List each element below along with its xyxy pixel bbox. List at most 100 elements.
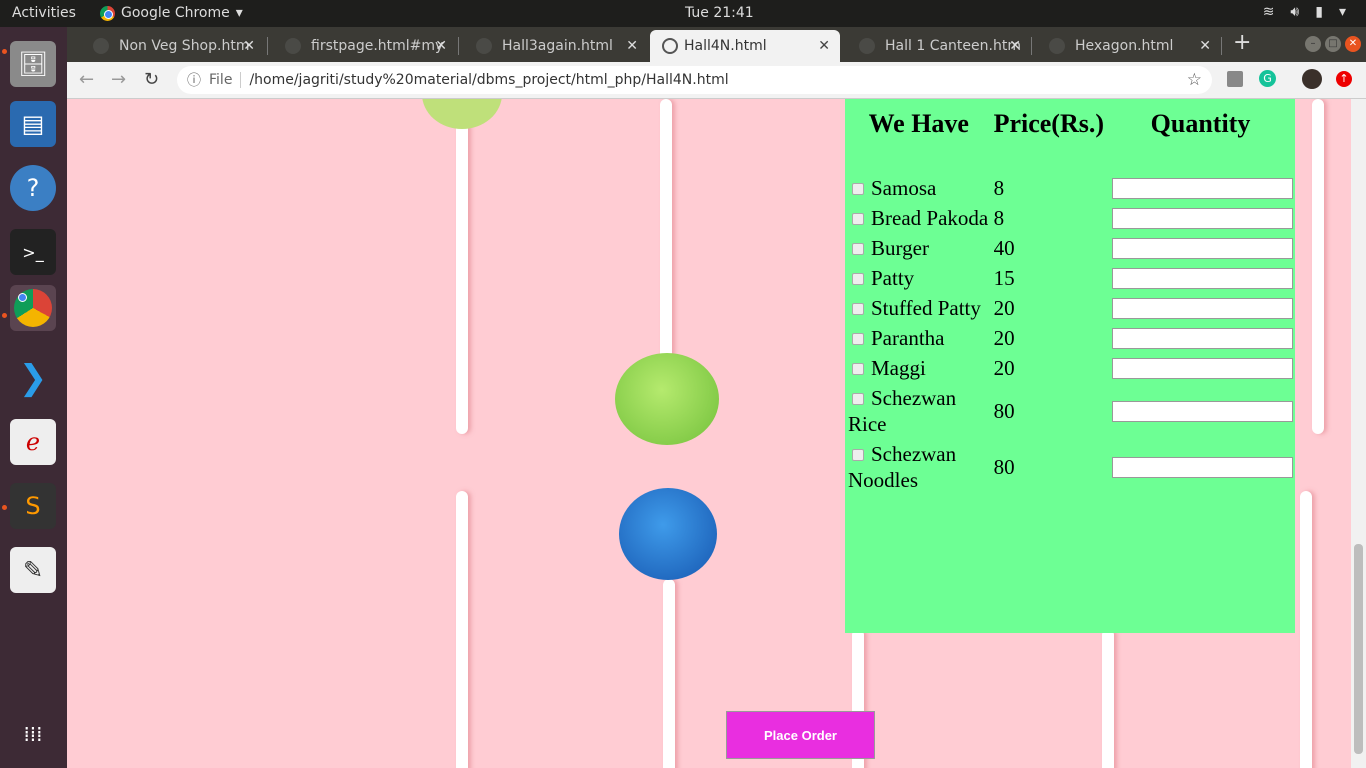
lollipop-stick (1300, 491, 1312, 768)
item-checkbox[interactable] (852, 273, 864, 286)
caret-down-icon: ▾ (235, 5, 243, 21)
help-icon[interactable]: ? (10, 165, 56, 211)
quantity-input[interactable] (1112, 237, 1293, 259)
quantity-input[interactable] (1112, 267, 1293, 289)
running-indicator (2, 505, 7, 510)
favicon (285, 38, 301, 54)
lollipop-candy (619, 488, 717, 580)
lollipop-candy (422, 99, 502, 129)
table-row: Parantha 20 (846, 323, 1295, 353)
place-order-button[interactable]: Place Order (726, 711, 875, 759)
item-checkbox[interactable] (852, 303, 864, 316)
extension-icon[interactable] (1227, 71, 1243, 87)
vertical-scrollbar[interactable] (1351, 99, 1366, 768)
close-tab-icon[interactable]: ✕ (818, 38, 830, 54)
sublime-icon[interactable]: S (10, 483, 56, 529)
terminal-icon[interactable]: >_ (10, 229, 56, 275)
close-tab-icon[interactable]: ✕ (1009, 38, 1021, 54)
info-icon[interactable]: ⓘ (187, 70, 201, 90)
item-checkbox[interactable] (852, 213, 864, 226)
close-tab-icon[interactable]: ✕ (435, 38, 447, 54)
file-label: File (209, 72, 242, 88)
tab-firstpage[interactable]: firstpage.html#my ✕ (267, 30, 457, 62)
address-bar[interactable]: ⓘ File /home/jagriti/study%20material/db… (177, 66, 1212, 94)
lollipop-candy (615, 353, 719, 445)
item-checkbox[interactable] (852, 333, 864, 346)
browser-toolbar: ← → ↻ ⓘ File /home/jagriti/study%20mater… (67, 62, 1366, 99)
update-icon[interactable]: ↑ (1336, 71, 1352, 87)
text-editor-icon[interactable]: ✎ (10, 547, 56, 593)
files-icon[interactable]: 🗄 (10, 41, 56, 87)
quantity-input[interactable] (1112, 400, 1293, 422)
reload-button[interactable]: ↻ (144, 69, 159, 90)
running-indicator (2, 49, 7, 54)
new-tab-button[interactable]: + (1233, 30, 1251, 55)
lollipop-stick (663, 579, 675, 768)
header-we-have: We Have (868, 109, 969, 138)
tab-hexagon[interactable]: Hexagon.html ✕ (1031, 30, 1221, 62)
page-content: We Have Price(Rs.) Quantity Samosa 8 Brea… (67, 99, 1351, 768)
favicon (93, 38, 109, 54)
price: 20 (993, 356, 1015, 380)
clock[interactable]: Tue 21:41 (685, 5, 754, 21)
tab-hall4n[interactable]: Hall4N.html ✕ (650, 30, 840, 62)
item-checkbox[interactable] (852, 363, 864, 376)
lollipop-stick (1102, 629, 1114, 768)
globe-icon (662, 38, 678, 54)
quantity-input[interactable] (1112, 357, 1293, 379)
chrome-dock-icon[interactable] (10, 285, 56, 331)
battery-icon: ▮ (1315, 4, 1323, 20)
price: 20 (993, 326, 1015, 350)
bookmark-star-icon[interactable]: ☆ (1187, 70, 1202, 90)
price: 40 (993, 236, 1015, 260)
app-menu[interactable]: Google Chrome ▾ (100, 5, 243, 21)
item-checkbox[interactable] (852, 183, 864, 196)
scrollbar-thumb[interactable] (1354, 544, 1363, 754)
price: 80 (993, 399, 1015, 423)
quantity-input[interactable] (1112, 177, 1293, 199)
close-tab-icon[interactable]: ✕ (1199, 38, 1211, 54)
quantity-input[interactable] (1112, 207, 1293, 229)
caret-down-icon: ▾ (1338, 4, 1346, 20)
favicon (859, 38, 875, 54)
table-row: Schezwan Noodles 80 (846, 439, 1295, 495)
close-tab-icon[interactable]: ✕ (243, 38, 255, 54)
show-apps-icon[interactable]: ⁞⁞⁞ (10, 711, 56, 757)
volume-icon: 🔊︎ (1290, 4, 1300, 20)
quantity-input[interactable] (1112, 297, 1293, 319)
minimize-button[interactable]: – (1305, 36, 1321, 52)
tab-hall3again[interactable]: Hall3again.html ✕ (458, 30, 648, 62)
quantity-input[interactable] (1112, 456, 1293, 478)
writer-icon[interactable]: ▤ (10, 101, 56, 147)
table-header-row: We Have Price(Rs.) Quantity (846, 105, 1295, 143)
item-checkbox[interactable] (852, 243, 864, 256)
lollipop-stick (456, 491, 468, 768)
vscode-icon[interactable]: ❯ (10, 355, 56, 401)
dock: 🗄 ▤ ? >_ ❯ ℯ S ✎ ⁞⁞⁞ (0, 27, 67, 768)
tab-non-veg-shop[interactable]: Non Veg Shop.htm ✕ (75, 30, 265, 62)
quantity-input[interactable] (1112, 327, 1293, 349)
grammarly-icon[interactable]: G (1259, 70, 1276, 87)
system-tray[interactable]: ≋ 🔊︎ ▮ ▾ (1263, 4, 1346, 20)
app-name: Google Chrome (121, 5, 230, 21)
close-window-button[interactable]: ✕ (1345, 36, 1361, 52)
price: 8 (993, 206, 1005, 230)
system-top-bar: Activities Google Chrome ▾ Tue 21:41 ≋ 🔊︎ ▮… (0, 0, 1366, 27)
price: 80 (993, 455, 1015, 479)
maximize-button[interactable]: □ (1325, 36, 1341, 52)
tab-hall1-canteen[interactable]: Hall 1 Canteen.htm ✕ (841, 30, 1031, 62)
forward-button[interactable]: → (111, 69, 126, 90)
chrome-icon (100, 5, 115, 21)
url-text[interactable]: /home/jagriti/study%20material/dbms_proj… (249, 72, 728, 88)
pdf-viewer-icon[interactable]: ℯ (10, 419, 56, 465)
price: 8 (993, 176, 1005, 200)
item-checkbox[interactable] (852, 449, 864, 462)
item-checkbox[interactable] (852, 393, 864, 406)
back-button[interactable]: ← (79, 69, 94, 90)
table-row: Stuffed Patty 20 (846, 293, 1295, 323)
activities-button[interactable]: Activities (12, 5, 76, 21)
close-tab-icon[interactable]: ✕ (626, 38, 638, 54)
wifi-icon: ≋ (1262, 4, 1275, 20)
profile-avatar[interactable] (1302, 69, 1322, 89)
lollipop-stick (660, 99, 672, 359)
